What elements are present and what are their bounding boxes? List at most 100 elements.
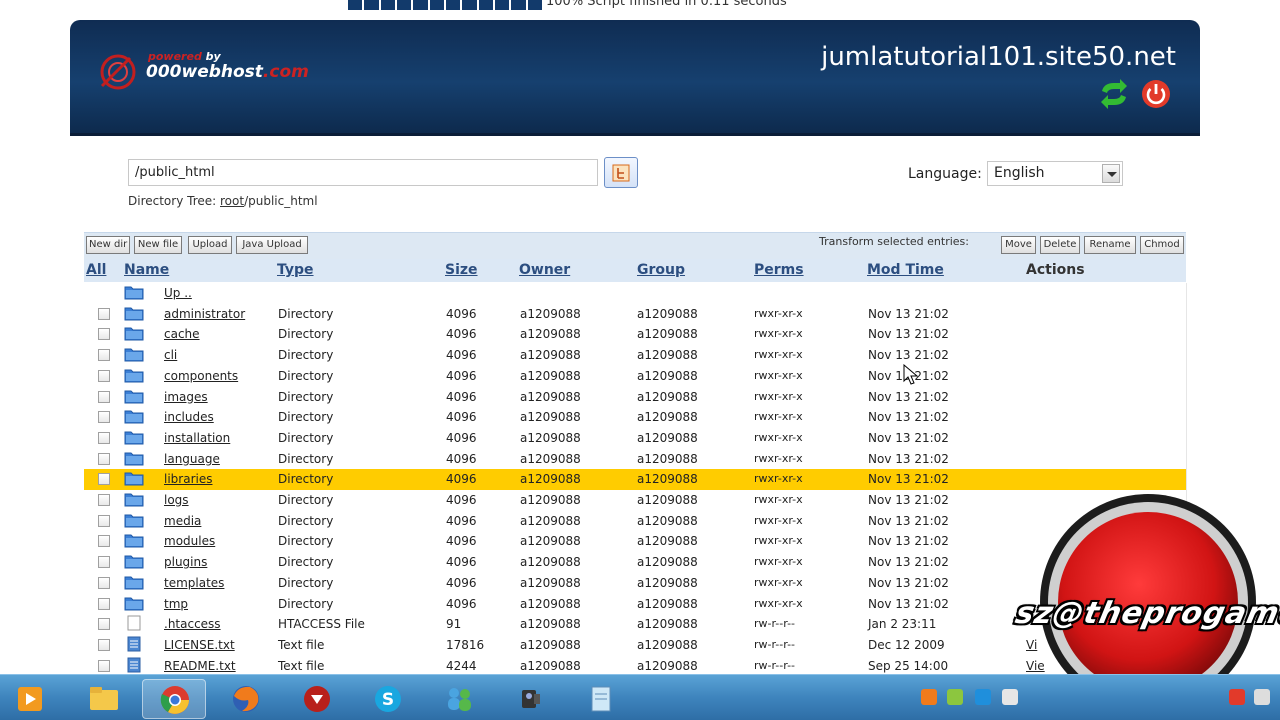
rename-button[interactable]: Rename [1084,236,1136,254]
file-row[interactable]: components Directory 4096 a1209088 a1209088 r… [84,366,1186,387]
evernote-icon[interactable] [947,689,963,705]
row-checkbox[interactable] [98,349,110,362]
file-name-link[interactable]: cli [164,348,177,362]
file-owner: a1209088 [520,306,581,321]
taskbar-firefox[interactable] [214,679,278,719]
select-all-link[interactable]: All [86,262,106,278]
logo-swirl-icon [100,54,136,90]
taskbar-chrome[interactable] [142,679,206,719]
row-checkbox[interactable] [98,514,110,527]
taskbar-notepad[interactable] [569,679,633,719]
chevron-down-icon[interactable] [1102,164,1120,183]
row-checkbox[interactable] [98,576,110,589]
taskbar-messenger[interactable] [427,679,491,719]
row-checkbox[interactable] [98,452,110,465]
sort-size-link[interactable]: Size [445,262,478,278]
file-name-link[interactable]: includes [164,410,214,424]
dropbox-icon[interactable] [975,689,991,705]
file-perms: rwxr-xr-x [754,348,803,362]
refresh-icon[interactable] [1098,78,1130,110]
new-dir-button[interactable]: New dir [86,236,130,254]
row-checkbox[interactable] [98,638,110,651]
filezilla-tray-icon[interactable] [1002,689,1018,705]
sort-owner-link[interactable]: Owner [519,262,570,278]
row-checkbox[interactable] [98,473,110,486]
sort-group-link[interactable]: Group [637,262,685,278]
folder-icon [124,305,144,321]
upload-button[interactable]: Upload [188,236,232,254]
delete-button[interactable]: Delete [1040,236,1080,254]
webhost-logo[interactable]: powered by 000webhost.com [96,46,356,106]
file-name-link[interactable]: logs [164,493,189,507]
taskbar-skype[interactable]: S [356,679,420,719]
up-row[interactable]: Up .. [84,283,1186,304]
network-icon[interactable] [1254,689,1270,705]
file-size: 4096 [446,451,477,466]
folder-icon [124,470,144,486]
file-name-link[interactable]: tmp [164,597,188,611]
file-row[interactable]: includes Directory 4096 a1209088 a1209088 rwx… [84,407,1186,428]
file-name-link[interactable]: media [164,514,201,528]
row-checkbox[interactable] [98,618,110,631]
directory-tree-button[interactable] [604,157,638,188]
file-row[interactable]: libraries Directory 4096 a1209088 a1209088 rw… [84,469,1186,490]
row-checkbox[interactable] [98,494,110,506]
file-size: 4096 [446,410,477,425]
taskbar-file-explorer[interactable] [72,679,136,719]
file-name-link[interactable]: images [164,390,208,404]
chmod-button[interactable]: Chmod [1140,236,1184,254]
taskbar-media-player[interactable] [0,679,56,719]
avast-icon[interactable] [921,689,937,705]
move-button[interactable]: Move [1001,236,1036,254]
flag-icon[interactable] [1229,689,1245,705]
sort-name-link[interactable]: Name [124,262,169,278]
file-name-link[interactable]: README.txt [164,659,236,673]
file-name-link[interactable]: templates [164,576,224,590]
file-owner: a1209088 [520,555,581,570]
sort-perms-link[interactable]: Perms [754,262,804,278]
row-checkbox[interactable] [98,659,110,672]
row-checkbox[interactable] [98,597,110,610]
taskbar-filezilla[interactable] [285,679,349,719]
row-checkbox[interactable] [98,369,110,382]
folder-icon [124,595,144,611]
row-checkbox[interactable] [98,535,110,548]
file-size: 4096 [446,575,477,590]
sort-type-link[interactable]: Type [277,262,314,278]
file-owner: a1209088 [520,368,581,383]
file-name-link[interactable]: plugins [164,555,207,569]
path-input[interactable]: /public_html [128,159,598,186]
file-name-link[interactable]: administrator [164,307,245,321]
row-checkbox[interactable] [98,307,110,320]
row-checkbox[interactable] [98,328,110,341]
file-row[interactable]: installation Directory 4096 a1209088 a120908… [84,428,1186,449]
row-checkbox[interactable] [98,411,110,424]
file-modtime: Nov 13 21:02 [868,430,949,445]
file-name-link[interactable]: .htaccess [164,617,221,631]
language-select[interactable]: English [987,161,1123,186]
file-modtime: Nov 13 21:02 [868,472,949,487]
file-row[interactable]: administrator Directory 4096 a1209088 a12090… [84,304,1186,325]
file-row[interactable]: cli Directory 4096 a1209088 a1209088 rwxr-xr-… [84,345,1186,366]
file-name-link[interactable]: modules [164,534,215,548]
file-owner: a1209088 [520,658,581,673]
file-row[interactable]: images Directory 4096 a1209088 a1209088 rwxr-… [84,387,1186,408]
file-name-link[interactable]: cache [164,327,200,341]
row-checkbox[interactable] [98,390,110,403]
file-name-link[interactable]: language [164,452,220,466]
up-link[interactable]: Up .. [164,286,192,300]
file-row[interactable]: cache Directory 4096 a1209088 a1209088 rwxr-x… [84,324,1186,345]
new-file-button[interactable]: New file [134,236,182,254]
file-row[interactable]: language Directory 4096 a1209088 a1209088 rwx… [84,449,1186,470]
taskbar-video-camera[interactable] [498,679,562,719]
file-name-link[interactable]: components [164,369,238,383]
directory-tree-root-link[interactable]: root [220,194,244,208]
file-name-link[interactable]: installation [164,431,230,445]
java-upload-button[interactable]: Java Upload [236,236,308,254]
sort-modtime-link[interactable]: Mod Time [867,262,944,278]
file-name-link[interactable]: LICENSE.txt [164,638,235,652]
row-checkbox[interactable] [98,556,110,569]
logout-power-icon[interactable] [1140,78,1172,110]
file-name-link[interactable]: libraries [164,472,212,486]
row-checkbox[interactable] [98,431,110,444]
